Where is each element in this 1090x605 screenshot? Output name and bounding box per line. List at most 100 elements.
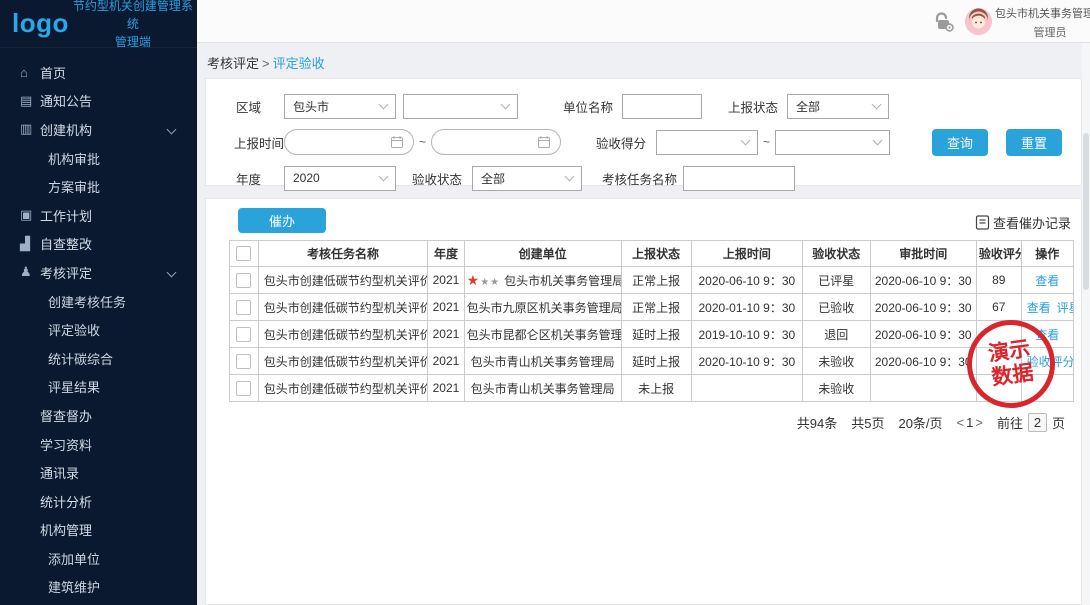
search-button[interactable]: 查询: [932, 129, 988, 156]
calendar-icon: [391, 136, 403, 148]
sidebar-item-label: 评定验收: [48, 320, 100, 339]
approve-time-cell: [870, 375, 976, 402]
sidebar-item[interactable]: 统计分析: [0, 487, 197, 516]
sidebar-item[interactable]: 评星结果: [0, 373, 197, 402]
region-select[interactable]: 包头市: [284, 94, 396, 119]
report-time-cell: 2020-01-10 9：30: [691, 294, 802, 321]
sidebar-item[interactable]: ▤通知公告: [0, 87, 197, 116]
actions-cell: [1021, 375, 1073, 402]
action-link[interactable]: 验收评分: [1027, 355, 1074, 369]
sidebar-item-label: 机构审批: [48, 149, 100, 168]
sidebar-item[interactable]: 机构审批: [0, 144, 197, 173]
sidebar-item[interactable]: ▟自查整改: [0, 230, 197, 259]
prev-page-icon[interactable]: <: [957, 415, 965, 430]
report-status-cell: 正常上报: [621, 294, 691, 321]
accept-status-cell: 未验收: [803, 375, 871, 402]
table-header-row: 考核任务名称年度创建单位上报状态上报时间验收状态审批时间验收评分操作: [230, 241, 1074, 267]
chevron-down-icon: [379, 172, 389, 182]
actions-cell: 验收评分: [1021, 348, 1073, 375]
urge-button[interactable]: 催办: [238, 208, 326, 233]
year-select-value: 2020: [293, 171, 376, 185]
accept-status-cell: 未验收: [803, 348, 871, 375]
tilde-separator: ~: [763, 135, 770, 149]
vertical-scrollbar[interactable]: [1082, 43, 1090, 605]
sidebar-item-label: 统计碳综合: [48, 349, 113, 368]
unit-cell: 包头市昆都仑区机关事务管理局: [464, 321, 621, 348]
sidebar-item[interactable]: 创建考核任务: [0, 287, 197, 316]
lock-settings-icon[interactable]: [933, 12, 955, 35]
region-select-value: 包头市: [293, 98, 376, 115]
sidebar-item[interactable]: 建筑维护: [0, 573, 197, 602]
approve-time-cell: 2020-06-10 9：30: [870, 294, 976, 321]
sidebar-item[interactable]: 方案审批: [0, 172, 197, 201]
report-status-select[interactable]: 全部: [787, 94, 889, 119]
app-title: 节约型机关创建管理系统 管理端: [69, 0, 197, 51]
user-block[interactable]: 包头市机关事务管理局 管理员: [995, 5, 1090, 40]
sidebar-item[interactable]: 添加单位: [0, 544, 197, 573]
report-time-from-input[interactable]: [284, 129, 414, 155]
unit-name-input[interactable]: [622, 94, 702, 119]
year-label: 年度: [236, 169, 284, 188]
scrollbar-thumb[interactable]: [1083, 133, 1089, 290]
pagination-per-page[interactable]: 20条/页: [898, 413, 942, 432]
view-urge-records-link[interactable]: 查看催办记录: [975, 213, 1071, 232]
chevron-down-icon: [379, 100, 389, 110]
sidebar-item[interactable]: ▣工作计划: [0, 201, 197, 230]
chevron-down-icon: [167, 268, 177, 278]
report-time-to-input[interactable]: [431, 129, 561, 155]
pagination: 共94条 共5页 20条/页 < 1 > 前往 2 页: [783, 413, 1065, 432]
accept-status-cell: 退回: [803, 321, 871, 348]
sidebar-item[interactable]: ⌂首页: [0, 58, 197, 87]
report-time-cell: 2020-10-10 9：30: [691, 348, 802, 375]
sidebar-item[interactable]: 统计碳综合: [0, 344, 197, 373]
report-time-cell: 2020-06-10 9：30: [691, 267, 802, 294]
goto-page-input[interactable]: 2: [1028, 413, 1047, 432]
score-label: 验收得分: [596, 133, 646, 152]
sidebar-item[interactable]: 通讯录: [0, 458, 197, 487]
year-cell: 2021: [428, 267, 464, 294]
action-link[interactable]: 查看: [1035, 328, 1059, 342]
select-all-checkbox[interactable]: [236, 246, 251, 261]
year-select[interactable]: 2020: [284, 166, 396, 191]
approve-time-cell: 2020-06-10 9：30: [870, 348, 976, 375]
row-checkbox[interactable]: [236, 354, 251, 369]
row-checkbox[interactable]: [236, 327, 251, 342]
task-name-input[interactable]: [683, 166, 795, 191]
sidebar-item[interactable]: 学习资料: [0, 430, 197, 459]
sidebar-item[interactable]: ♟考核评定: [0, 258, 197, 287]
row-select-cell: [230, 267, 259, 294]
reset-button[interactable]: 重置: [1006, 129, 1062, 156]
sidebar-item-label: 统计分析: [40, 492, 92, 511]
sidebar-item[interactable]: 机构管理: [0, 516, 197, 545]
action-link[interactable]: 评星: [1057, 301, 1074, 315]
sidebar-item-label: 工作计划: [40, 206, 92, 225]
avatar[interactable]: [965, 8, 992, 35]
row-checkbox[interactable]: [236, 381, 251, 396]
sidebar-item-label: 通讯录: [40, 463, 79, 482]
row-checkbox[interactable]: [236, 273, 251, 288]
sidebar-menu: ⌂首页▤通知公告▥创建机构机构审批方案审批▣工作计划▟自查整改♟考核评定创建考核…: [0, 48, 197, 601]
region2-select[interactable]: [403, 94, 518, 119]
column-header: 上报时间: [691, 241, 802, 267]
row-checkbox[interactable]: [236, 300, 251, 315]
sidebar-item[interactable]: ▥创建机构: [0, 115, 197, 144]
column-header: 验收评分: [976, 241, 1021, 267]
accept-status-select[interactable]: 全部: [472, 166, 582, 191]
action-link[interactable]: 查看: [1035, 274, 1059, 288]
unit-name: 包头市青山机关事务管理局: [471, 355, 615, 369]
app-title-line1: 节约型机关创建管理系统: [73, 0, 193, 33]
sidebar-item-label: 方案审批: [48, 177, 100, 196]
filter-row-2: 上报时间 ~ 验收得分 ~ 查询 重置: [206, 129, 1081, 155]
score-cell: 67: [976, 294, 1021, 321]
next-page-icon[interactable]: >: [975, 415, 983, 430]
score-to-select[interactable]: [775, 130, 890, 155]
action-link[interactable]: 查看: [1027, 301, 1051, 315]
sidebar-item[interactable]: 评定验收: [0, 315, 197, 344]
breadcrumb-current[interactable]: 评定验收: [273, 56, 325, 71]
current-page[interactable]: 1: [966, 415, 973, 430]
unit-name: 包头市机关事务管理局: [504, 274, 621, 288]
plan-icon: ▣: [20, 207, 40, 223]
score-from-select[interactable]: [656, 130, 758, 155]
sidebar-item[interactable]: 督查督办: [0, 401, 197, 430]
chart-icon: ▟: [20, 236, 40, 252]
